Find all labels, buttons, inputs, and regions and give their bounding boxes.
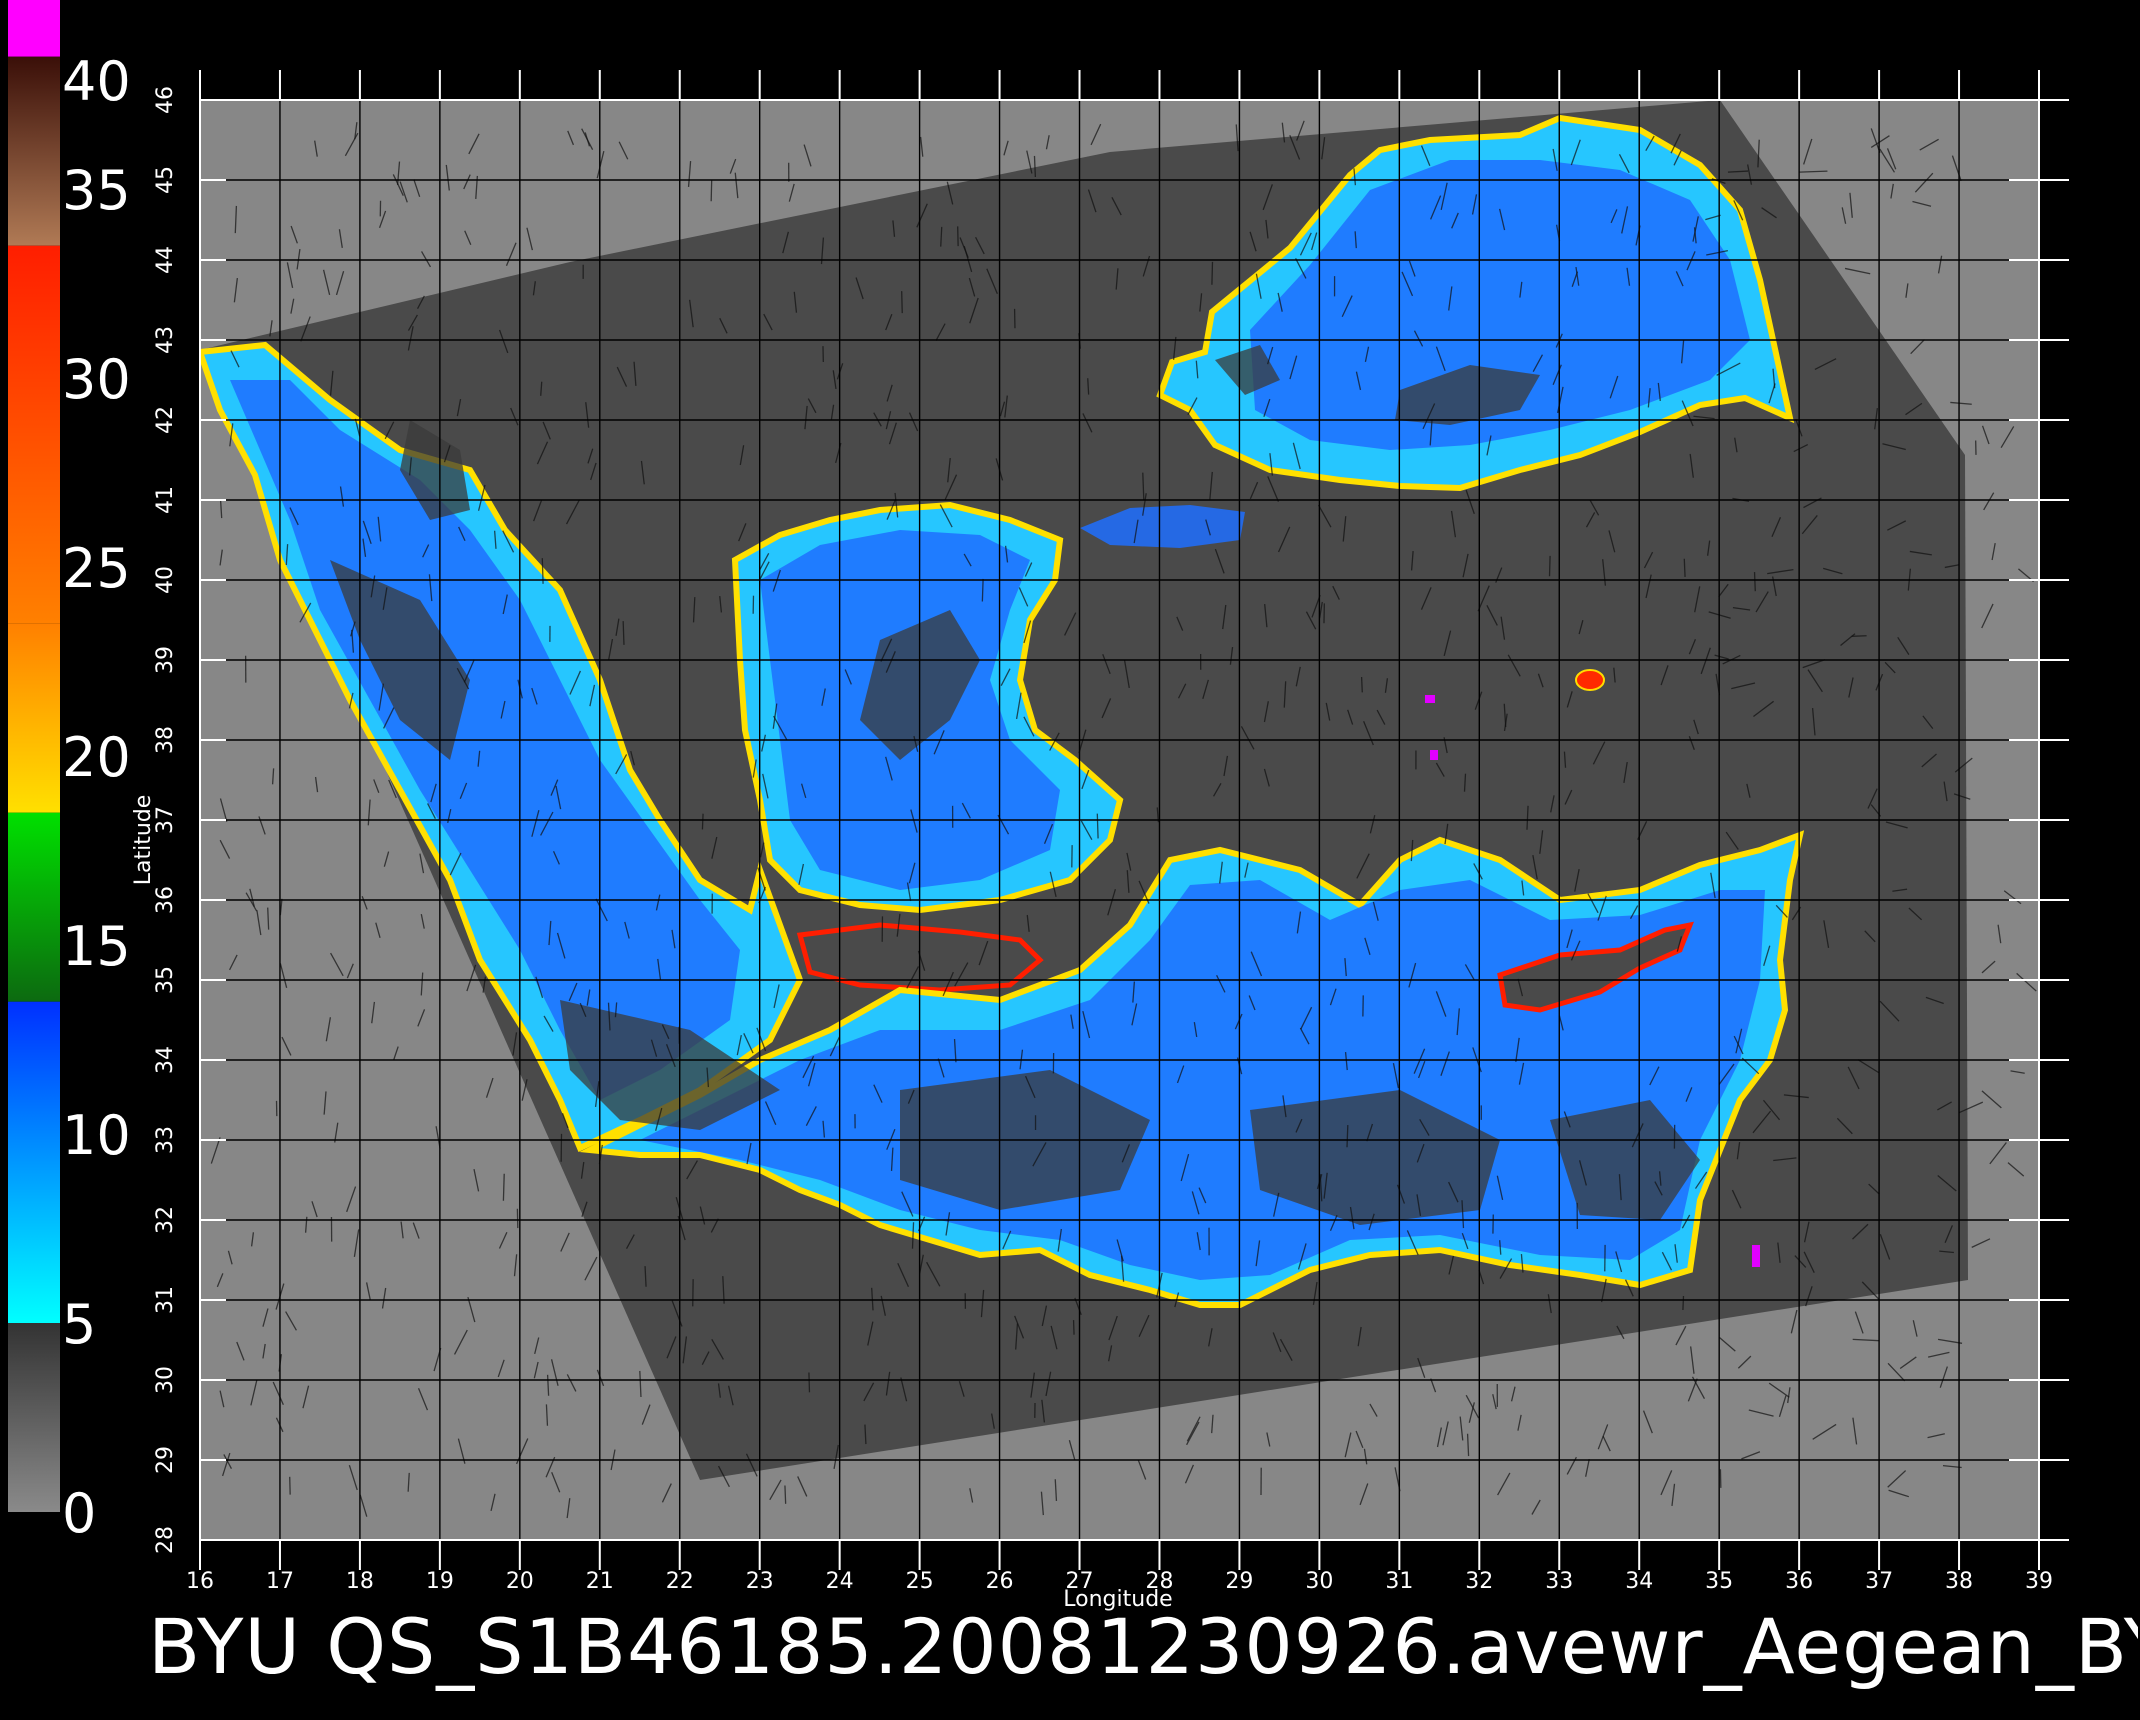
colorbar bbox=[8, 0, 60, 1512]
x-tick-label: 16 bbox=[186, 1569, 214, 1594]
y-tick-label: 46 bbox=[153, 86, 178, 114]
y-tick-label: 34 bbox=[153, 1046, 178, 1074]
colorbar-band bbox=[8, 1323, 60, 1512]
y-tick-label: 35 bbox=[153, 966, 178, 994]
y-axis-label: Latitude bbox=[131, 795, 156, 886]
colorbar-band bbox=[8, 56, 60, 246]
wind-vector bbox=[981, 578, 984, 602]
image-source-title: BYU QS_S1B46185.20081230926.avewr_Aegean… bbox=[148, 1602, 2138, 1691]
x-tick-label: 21 bbox=[586, 1569, 614, 1594]
y-tick-label: 39 bbox=[153, 646, 178, 674]
x-tick-label: 29 bbox=[1225, 1569, 1253, 1594]
wind-speed-spot bbox=[1752, 1245, 1760, 1267]
wind-vector bbox=[1033, 155, 1037, 178]
y-tick-label: 28 bbox=[153, 1526, 178, 1554]
colorbar-tick-label: 40 bbox=[62, 50, 131, 113]
wind-vector bbox=[701, 813, 704, 830]
wind-vector bbox=[710, 180, 713, 202]
colorbar-band bbox=[8, 245, 60, 624]
colorbar-band bbox=[8, 1001, 60, 1323]
wind-speed-spot bbox=[1425, 695, 1435, 703]
wind-vector bbox=[267, 907, 270, 930]
wind-speed-spot bbox=[1430, 750, 1438, 760]
wind-vector bbox=[1851, 635, 1867, 637]
y-tick-label: 36 bbox=[153, 886, 178, 914]
wind-vector bbox=[1360, 676, 1363, 693]
x-tick-label: 25 bbox=[906, 1569, 934, 1594]
y-tick-label: 44 bbox=[153, 246, 178, 274]
wind-speed-map-figure: 40 35 30 25 20 15 10 5 0 16 17 18 19 20 21 22 23… bbox=[8, 0, 2069, 1612]
colorbar-tick-label: 20 bbox=[62, 726, 131, 789]
y-tick-label: 33 bbox=[153, 1126, 178, 1154]
x-tick-label: 37 bbox=[1865, 1569, 1893, 1594]
wind-vector bbox=[808, 1372, 811, 1393]
colorbar-tick-label: 5 bbox=[62, 1293, 96, 1356]
colorbar-tick-label: 0 bbox=[62, 1482, 96, 1545]
y-tick-label: 41 bbox=[153, 486, 178, 514]
colorbar-tick-label: 35 bbox=[62, 159, 131, 222]
wind-vector bbox=[1753, 572, 1756, 592]
wind-vector bbox=[1096, 813, 1099, 839]
colorbar-tick-label: 25 bbox=[62, 537, 131, 600]
y-tick-label: 40 bbox=[153, 566, 178, 594]
x-tick-label: 32 bbox=[1465, 1569, 1493, 1594]
wind-vector bbox=[1346, 1125, 1349, 1148]
x-tick-label: 17 bbox=[266, 1569, 294, 1594]
wind-vector bbox=[1211, 261, 1214, 285]
wind-vector bbox=[622, 621, 625, 645]
x-tick-label: 34 bbox=[1625, 1569, 1653, 1594]
x-tick-label: 22 bbox=[666, 1569, 694, 1594]
wind-vector bbox=[1087, 378, 1090, 395]
x-tick-label: 26 bbox=[986, 1569, 1014, 1594]
colorbar-band bbox=[8, 0, 60, 57]
y-tick-label: 30 bbox=[153, 1366, 178, 1394]
x-tick-label: 35 bbox=[1705, 1569, 1733, 1594]
x-tick-label: 19 bbox=[426, 1569, 454, 1594]
colorbar-tick-label: 15 bbox=[62, 915, 131, 978]
colorbar-tick-labels: 40 35 30 25 20 15 10 5 0 bbox=[62, 50, 131, 1545]
x-tick-label: 38 bbox=[1945, 1569, 1973, 1594]
y-tick-label: 37 bbox=[153, 806, 178, 834]
wind-vector bbox=[784, 1485, 787, 1504]
x-tick-label: 24 bbox=[826, 1569, 854, 1594]
colorbar-tick-label: 10 bbox=[62, 1104, 131, 1167]
wind-vector bbox=[502, 1173, 505, 1201]
wind-vector bbox=[1682, 1295, 1685, 1311]
x-tick-label: 39 bbox=[2025, 1569, 2053, 1594]
x-tick-label: 23 bbox=[746, 1569, 774, 1594]
colorbar-tick-label: 30 bbox=[62, 348, 131, 411]
x-tick-label: 36 bbox=[1785, 1569, 1813, 1594]
y-tick-label: 42 bbox=[153, 406, 178, 434]
x-tick-label: 20 bbox=[506, 1569, 534, 1594]
y-tick-label: 29 bbox=[153, 1446, 178, 1474]
latitude-tick-labels: 28 29 30 31 32 33 34 35 36 37 38 39 40 41 42 43 44 45 46 bbox=[153, 86, 178, 1554]
x-tick-label: 30 bbox=[1305, 1569, 1333, 1594]
wind-speed-hotspot bbox=[1575, 669, 1605, 691]
y-tick-label: 32 bbox=[153, 1206, 178, 1234]
colorbar-band bbox=[8, 623, 60, 813]
x-tick-label: 31 bbox=[1385, 1569, 1413, 1594]
wind-vector bbox=[1683, 558, 1686, 577]
y-tick-label: 31 bbox=[153, 1286, 178, 1314]
y-tick-label: 43 bbox=[153, 326, 178, 354]
wind-vector bbox=[901, 291, 903, 314]
y-tick-label: 45 bbox=[153, 166, 178, 194]
y-tick-label: 38 bbox=[153, 726, 178, 754]
x-tick-label: 33 bbox=[1545, 1569, 1573, 1594]
x-tick-label: 18 bbox=[346, 1569, 374, 1594]
wind-vector bbox=[1548, 555, 1551, 577]
colorbar-band bbox=[8, 812, 60, 1002]
